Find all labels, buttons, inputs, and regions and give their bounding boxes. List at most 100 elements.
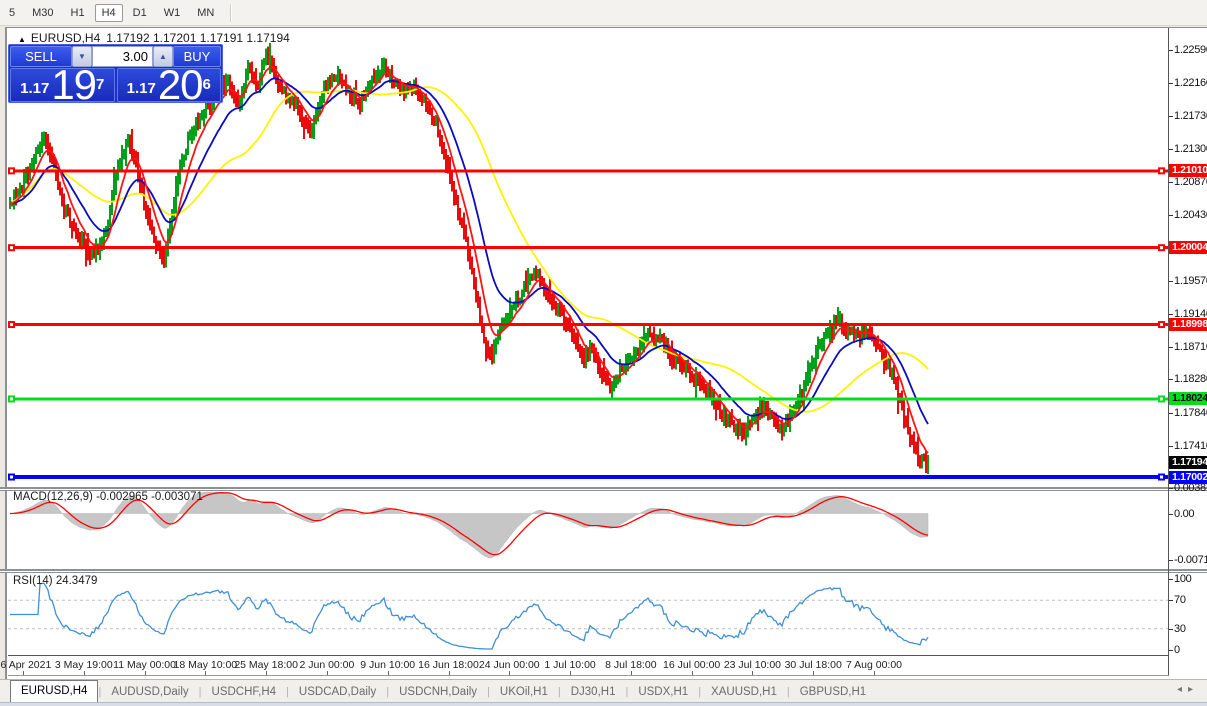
price-tick [1169, 379, 1173, 380]
price-tick [1169, 182, 1173, 183]
bullish-candles [10, 43, 928, 474]
chevron-up-icon: ▲ [159, 52, 167, 61]
timeframe-button-w1[interactable]: W1 [157, 4, 188, 22]
rsi-tick-label: 30 [1174, 623, 1207, 635]
buy-price-display[interactable]: 1.17 20 6 [117, 68, 222, 102]
rsi-tick [1169, 600, 1173, 601]
price-tick-label: 1.18710 [1174, 341, 1207, 353]
price-level-label: 1.17194 [1169, 456, 1207, 469]
date-label: 11 May 00:00 [113, 659, 176, 671]
chart-ohlc-values: 1.17192 1.17201 1.17191 1.17194 [106, 31, 290, 45]
price-tick-label: 1.18280 [1174, 373, 1207, 385]
volume-input[interactable]: 3.00 [92, 46, 153, 67]
date-label: 7 Aug 00:00 [846, 659, 902, 671]
date-label: 1 Jul 10:00 [544, 659, 595, 671]
scroll-right-icon[interactable]: ▸ [1188, 684, 1199, 695]
rsi-tick [1169, 629, 1173, 630]
date-label: 23 Jul 10:00 [724, 659, 781, 671]
price-tick-label: 1.21300 [1174, 143, 1207, 155]
line-handle-center [10, 476, 13, 479]
rsi-indicator-canvas[interactable] [8, 573, 1169, 655]
tab-usdx-h1[interactable]: USDX,H1 [628, 682, 698, 702]
timeframe-button-d1[interactable]: D1 [126, 4, 154, 22]
timeframe-button-h1[interactable]: H1 [64, 4, 92, 22]
price-tick [1169, 446, 1173, 447]
rsi-tick [1169, 579, 1173, 580]
sell-price-display[interactable]: 1.17 19 7 [10, 68, 115, 102]
price-tick-label: 1.20430 [1174, 209, 1207, 221]
triangle-icon: ▲ [18, 35, 26, 44]
timeframe-button-m30[interactable]: M30 [25, 4, 60, 22]
rsi-line [10, 583, 928, 649]
rsi-pane-splitter[interactable] [0, 569, 1207, 573]
tab-eurusd-h4[interactable]: EURUSD,H4 [10, 680, 98, 702]
chevron-down-icon: ▼ [78, 52, 86, 61]
price-level-label: 1.18998 [1169, 318, 1207, 331]
buy-price-big: 20 [158, 70, 203, 100]
scroll-left-icon[interactable]: ◂ [1177, 684, 1188, 695]
timeframe-button-5[interactable]: 5 [2, 4, 22, 22]
timeframe-button-h4[interactable]: H4 [95, 4, 123, 22]
price-tick [1169, 347, 1173, 348]
tab-usdcad-daily[interactable]: USDCAD,Daily [289, 682, 386, 702]
ma-slow-yellow-line [10, 87, 928, 412]
price-tick [1169, 50, 1173, 51]
ma-mid-blue-line [10, 78, 928, 424]
tab-ukoil-h1[interactable]: UKOil,H1 [490, 682, 558, 702]
date-label: 3 May 19:00 [55, 659, 113, 671]
tab-scroll-arrows[interactable]: ◂▸ [1177, 684, 1199, 695]
date-label: 18 May 10:00 [174, 659, 238, 671]
price-level-label: 1.17002 [1169, 471, 1207, 484]
macd-tick [1169, 560, 1173, 561]
date-label: 8 Jul 18:00 [605, 659, 656, 671]
date-label: 9 Jun 10:00 [360, 659, 415, 671]
line-handle-center [1160, 397, 1163, 400]
timeframe-toolbar: 5M30H1H4D1W1MN [0, 0, 1207, 26]
line-handle-center [1160, 169, 1163, 172]
date-label: 16 Jun 18:00 [418, 659, 479, 671]
macd-tick-label: 0.003873 [1174, 482, 1207, 494]
line-handle-center [10, 246, 13, 249]
volume-increase-button[interactable]: ▲ [153, 46, 173, 67]
sell-price-pip: 7 [96, 70, 104, 100]
buy-button[interactable]: BUY [173, 46, 221, 67]
line-handle-center [10, 397, 13, 400]
time-axis-tickline [8, 675, 1169, 676]
sell-price-prefix: 1.17 [20, 78, 49, 100]
rsi-tick-label: 0 [1174, 644, 1207, 656]
volume-decrease-button[interactable]: ▼ [72, 46, 92, 67]
price-tick-label: 1.19570 [1174, 275, 1207, 287]
timeframe-button-mn[interactable]: MN [190, 4, 221, 22]
macd-tick [1169, 514, 1173, 515]
toolbar-separator [230, 4, 232, 22]
price-tick [1169, 116, 1173, 117]
macd-tick-label: -0.00719 [1174, 554, 1207, 566]
date-label: 30 Jul 18:00 [785, 659, 842, 671]
price-tick-label: 1.22590 [1174, 44, 1207, 56]
tab-usdchf-h4[interactable]: USDCHF,H4 [202, 682, 287, 702]
chart-title: ▲EURUSD,H41.17192 1.17201 1.17191 1.1719… [18, 31, 290, 45]
line-handle-center [1160, 246, 1163, 249]
date-label: 25 May 18:00 [234, 659, 298, 671]
price-tick [1169, 215, 1173, 216]
price-tick [1169, 413, 1173, 414]
sell-button[interactable]: SELL [10, 46, 72, 67]
rsi-indicator-label: RSI(14) 24.3479 [13, 575, 97, 587]
price-level-label: 1.18024 [1169, 392, 1207, 405]
price-tick-label: 1.22160 [1174, 77, 1207, 89]
tab-dj30-h1[interactable]: DJ30,H1 [561, 682, 626, 702]
macd-tick-label: 0.00 [1174, 508, 1207, 520]
price-tick [1169, 83, 1173, 84]
time-axis-line [8, 655, 1169, 656]
tab-gbpusd-h1[interactable]: GBPUSD,H1 [790, 682, 876, 702]
tab-usdcnh-daily[interactable]: USDCNH,Daily [389, 682, 487, 702]
rsi-tick [1169, 650, 1173, 651]
tab-xauusd-h1[interactable]: XAUUSD,H1 [701, 682, 787, 702]
price-tick-label: 1.21730 [1174, 110, 1207, 122]
line-handle-center [10, 323, 13, 326]
price-tick [1169, 149, 1173, 150]
ma-fast-red-line [10, 67, 928, 453]
buy-price-prefix: 1.17 [127, 78, 156, 100]
one-click-trading-panel: SELL ▼ 3.00 ▲ BUY 1.17 19 7 1.17 20 6 [8, 44, 223, 103]
tab-audusd-daily[interactable]: AUDUSD,Daily [101, 682, 198, 702]
